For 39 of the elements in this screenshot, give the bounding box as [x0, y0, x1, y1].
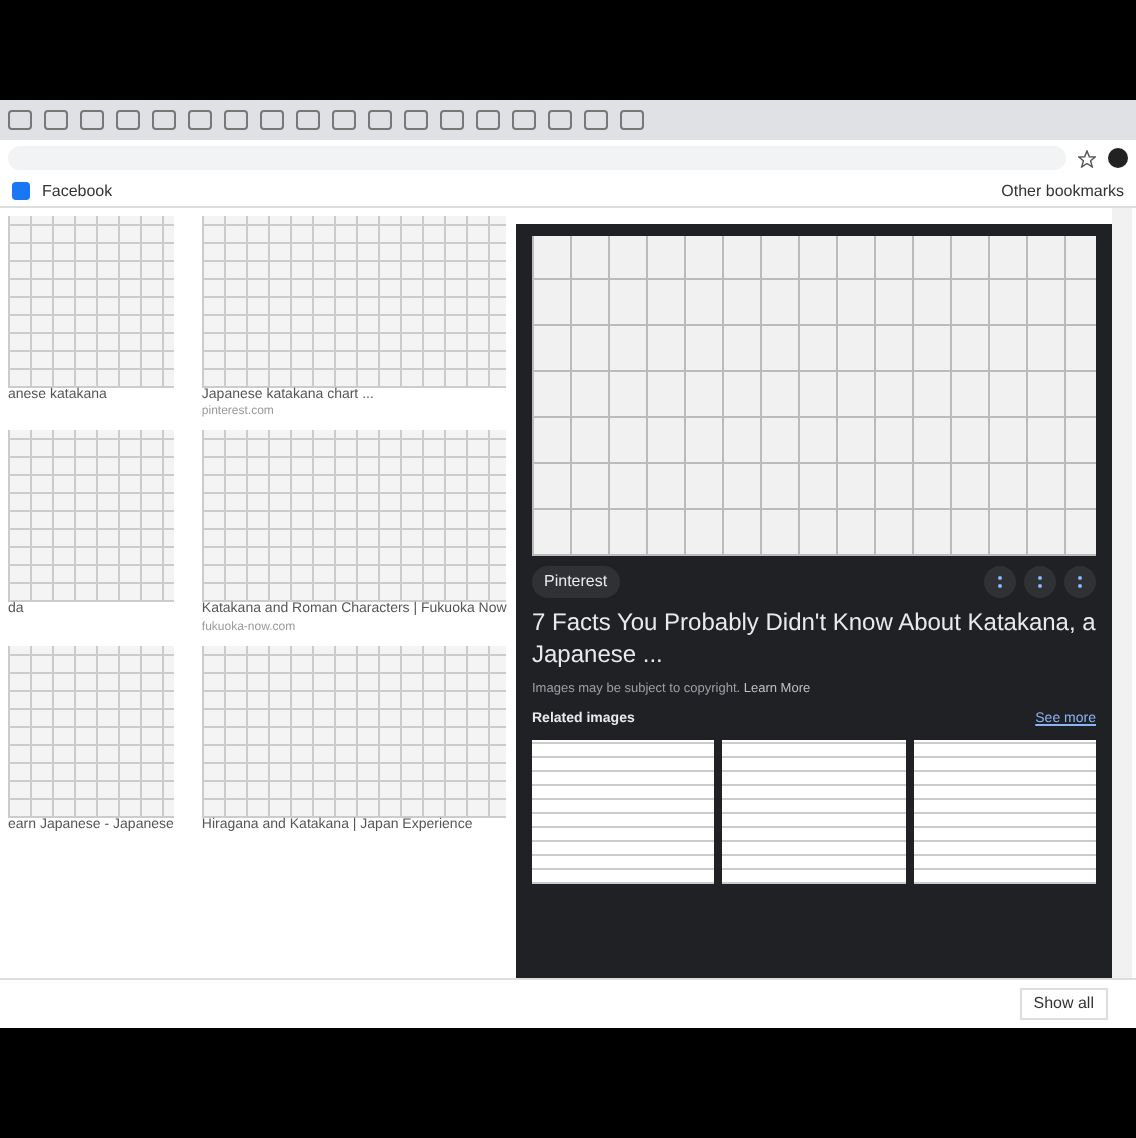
image-thumbnail[interactable]	[201, 216, 507, 388]
scrollbar[interactable]	[1112, 208, 1132, 978]
star-icon[interactable]	[1078, 149, 1096, 167]
bookmark-button[interactable]	[1024, 566, 1056, 598]
profile-avatar-icon[interactable]	[1108, 148, 1128, 168]
bookmark-link[interactable]: Facebook	[42, 179, 113, 203]
source-chip[interactable]: Pinterest	[532, 566, 620, 598]
tab-icon[interactable]	[188, 110, 212, 130]
tab-icon[interactable]	[548, 110, 572, 130]
tab-icon[interactable]	[224, 110, 248, 130]
related-thumbnail[interactable]	[532, 740, 715, 885]
tab-icon[interactable]	[440, 110, 464, 130]
show-all-button[interactable]: Show all	[1019, 988, 1108, 1020]
related-thumbnail[interactable]	[722, 740, 906, 885]
tab-icon[interactable]	[476, 110, 500, 130]
image-thumbnail[interactable]	[8, 216, 174, 388]
tab-icon[interactable]	[260, 110, 284, 130]
related-thumbnail[interactable]	[913, 740, 1096, 885]
tab-icon[interactable]	[152, 110, 176, 130]
tab-icon[interactable]	[368, 110, 392, 130]
tab-icon[interactable]	[296, 110, 320, 130]
image-thumbnail[interactable]	[201, 430, 507, 603]
image-thumbnail[interactable]	[8, 645, 174, 818]
tab-icon[interactable]	[512, 110, 536, 130]
tab-icon[interactable]	[620, 110, 644, 130]
image-thumbnail[interactable]	[201, 645, 507, 818]
share-button[interactable]	[984, 566, 1016, 598]
more-button[interactable]	[1064, 566, 1096, 598]
tab-icon[interactable]	[44, 110, 68, 130]
preview-title[interactable]: 7 Facts You Probably Didn't Know About Katakana, a Japanese ...	[532, 608, 1096, 671]
tab-icon[interactable]	[332, 110, 356, 130]
tab-icon[interactable]	[404, 110, 428, 130]
tab-icon[interactable]	[584, 110, 608, 130]
bookmark-link[interactable]: Other bookmarks	[1001, 179, 1124, 203]
image-thumbnail[interactable]	[8, 430, 174, 603]
tab-icon[interactable]	[80, 110, 104, 130]
more-icon	[1072, 574, 1088, 590]
tab-icon[interactable]	[116, 110, 140, 130]
tab-icon[interactable]	[8, 110, 32, 130]
